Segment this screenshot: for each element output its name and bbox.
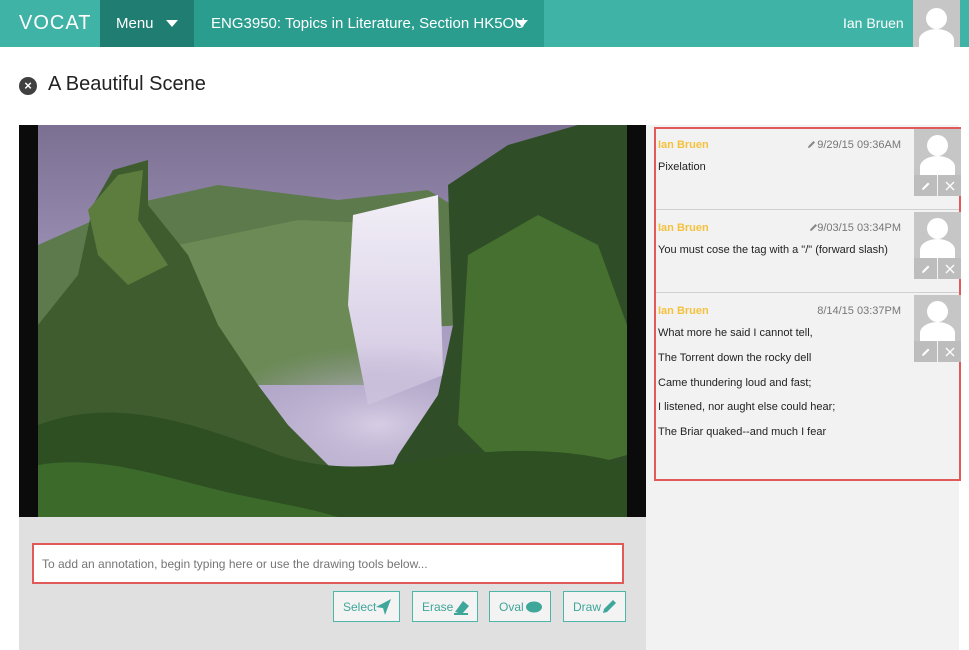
avatar <box>914 212 961 259</box>
oval-tool-label: Oval <box>499 599 524 614</box>
avatar <box>914 129 961 176</box>
pencil-icon <box>808 141 815 148</box>
pencil-icon <box>603 600 616 613</box>
annotation-text: Pixelation <box>658 161 706 173</box>
annotation-list: Ian Bruen 9/29/15 09:36AM Pixelation Ian… <box>654 127 961 481</box>
delete-annotation-button[interactable] <box>938 175 961 196</box>
pencil-icon <box>921 265 929 273</box>
user-name[interactable]: Ian Bruen <box>843 15 904 31</box>
avatar[interactable] <box>913 0 960 47</box>
cursor-arrow-icon <box>376 599 391 615</box>
eraser-icon <box>454 601 469 615</box>
page-title: A Beautiful Scene <box>48 73 206 95</box>
delete-annotation-button[interactable] <box>938 258 961 279</box>
annotation-author: Ian Bruen <box>658 305 709 317</box>
annotation-author: Ian Bruen <box>658 222 709 234</box>
annotation-text-line: The Torrent down the rocky dell <box>658 352 812 364</box>
course-label: ENG3950: Topics in Literature, Section H… <box>211 15 526 32</box>
annotation-author: Ian Bruen <box>658 139 709 151</box>
draw-tool-label: Draw <box>573 599 602 614</box>
annotation-composer: Select Erase Oval Draw <box>19 517 646 650</box>
annotation-text: You must cose the tag with a "/" (forwar… <box>658 244 888 256</box>
menu-label: Menu <box>116 15 154 32</box>
close-icon <box>945 264 954 273</box>
close-icon[interactable]: × <box>19 77 37 95</box>
course-selector[interactable]: ENG3950: Topics in Literature, Section H… <box>194 0 544 47</box>
logo[interactable]: VOCAT <box>19 12 91 35</box>
annotation-text-line: I listened, nor aught else could hear; <box>658 401 836 413</box>
pencil-icon <box>921 348 929 356</box>
annotation-input[interactable] <box>32 543 624 584</box>
chevron-down-icon <box>516 20 528 27</box>
annotation-text-line: What more he said I cannot tell, <box>658 327 813 339</box>
annotation-timestamp: 9/29/15 09:36AM <box>817 139 901 151</box>
edit-annotation-button[interactable] <box>914 341 937 362</box>
avatar <box>914 295 961 342</box>
annotation-timestamp: 8/14/15 03:37PM <box>817 305 901 317</box>
delete-annotation-button[interactable] <box>938 341 961 362</box>
erase-tool-label: Erase <box>422 599 454 614</box>
pencil-icon <box>921 182 929 190</box>
list-item[interactable]: Ian Bruen 8/14/15 03:37PM What more he s… <box>656 293 961 479</box>
edit-annotation-button[interactable] <box>914 258 937 279</box>
edit-annotation-button[interactable] <box>914 175 937 196</box>
list-item[interactable]: Ian Bruen 9/03/15 03:34PM You must cose … <box>656 210 961 292</box>
close-icon <box>945 347 954 356</box>
annotation-text-line: The Briar quaked--and much I fear <box>658 426 827 438</box>
erase-tool-button[interactable]: Erase <box>412 591 478 622</box>
select-tool-label: Select <box>343 599 377 614</box>
draw-tool-button[interactable]: Draw <box>563 591 626 622</box>
waterfall-image <box>38 125 627 517</box>
top-navbar: VOCAT Menu ENG3950: Topics in Literature… <box>0 0 969 47</box>
menu-button[interactable]: Menu <box>100 0 194 47</box>
oval-icon <box>526 601 542 613</box>
annotation-text-line: Came thundering loud and fast; <box>658 377 812 389</box>
select-tool-button[interactable]: Select <box>333 591 400 622</box>
oval-tool-button[interactable]: Oval <box>489 591 551 622</box>
annotation-timestamp: 9/03/15 03:34PM <box>817 222 901 234</box>
media-viewer[interactable] <box>19 125 646 517</box>
close-icon <box>945 181 954 190</box>
list-item[interactable]: Ian Bruen 9/29/15 09:36AM Pixelation <box>656 129 961 209</box>
chevron-down-icon <box>166 20 178 27</box>
